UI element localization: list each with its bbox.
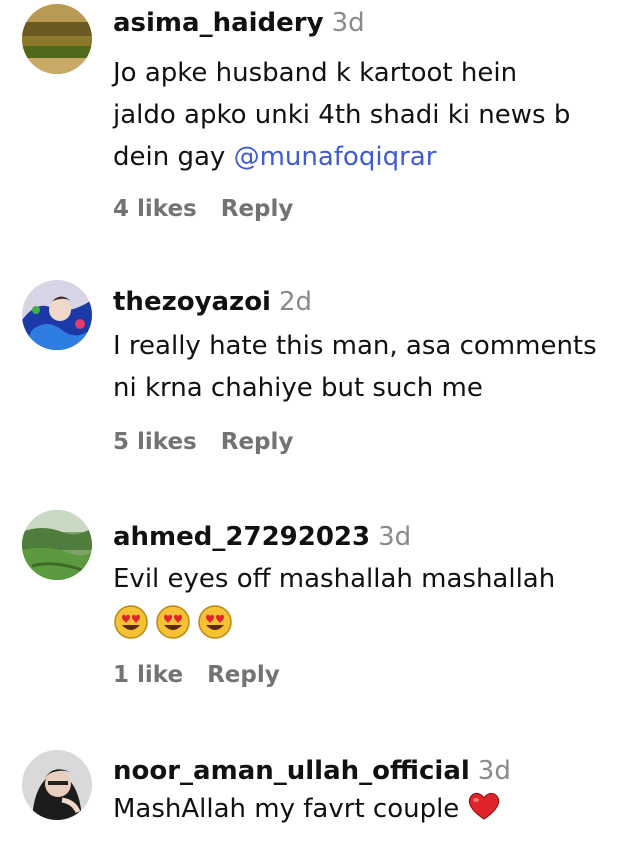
username[interactable]: ahmed_27292023 (113, 522, 370, 552)
comment-header: noor_aman_ullah_official 3d (113, 754, 511, 788)
emoji-group (113, 604, 233, 640)
emoji-line (113, 600, 633, 642)
avatar-image (22, 510, 92, 580)
comment-header: asima_haidery 3d (113, 6, 365, 40)
comment-text: Jo apke husband k kartoot hein jaldo apk… (113, 52, 633, 178)
comment-item: asima_haidery 3d Jo apke husband k kartoo… (0, 0, 640, 240)
comment-header: thezoyazoi 2d (113, 285, 312, 319)
comment-line-text: dein gay (113, 142, 234, 172)
avatar[interactable] (22, 750, 92, 820)
comment-line: dein gay @munafoqiqrar (113, 136, 633, 178)
timestamp: 3d (378, 522, 412, 552)
comment-line: Evil eyes off mashallah mashallah (113, 564, 556, 594)
comment-text: Evil eyes off mashallah mashallah (113, 558, 633, 642)
comment-actions: 1 like Reply (113, 660, 280, 690)
comment-line: I really hate this man, asa comments (113, 331, 597, 361)
heart-eyes-emoji (114, 604, 148, 639)
comment-text: MashAllah my favrt couple (113, 788, 633, 830)
avatar-image (22, 4, 92, 74)
username[interactable]: noor_aman_ullah_official (113, 756, 470, 786)
reply-button[interactable]: Reply (221, 429, 294, 455)
heart-eyes-emoji (156, 604, 190, 639)
username[interactable]: thezoyazoi (113, 287, 271, 317)
comment-actions: 4 likes Reply (113, 194, 293, 224)
avatar[interactable] (22, 510, 92, 580)
comment-item: ahmed_27292023 3d Evil eyes off mashallah… (0, 508, 640, 718)
comment-line: ni krna chahiye but such me (113, 373, 483, 403)
comment-actions: 5 likes Reply (113, 427, 293, 457)
avatar-image (22, 750, 92, 820)
avatar[interactable] (22, 280, 92, 350)
comment-header: ahmed_27292023 3d (113, 520, 411, 554)
comment-item: thezoyazoi 2d I really hate this man, asa… (0, 280, 640, 480)
likes-count[interactable]: 1 like (113, 662, 183, 688)
comment-line: MashAllah my favrt couple (113, 788, 633, 830)
comment-text: I really hate this man, asa comments ni … (113, 325, 633, 409)
mention-link[interactable]: @munafoqiqrar (234, 142, 437, 172)
comment-line-text: MashAllah my favrt couple (113, 794, 460, 824)
avatar-image (22, 280, 92, 350)
reply-button[interactable]: Reply (221, 196, 294, 222)
timestamp: 3d (331, 8, 365, 38)
timestamp: 2d (278, 287, 313, 317)
avatar[interactable] (22, 4, 92, 74)
comment-line: Jo apke husband k kartoot hein (113, 58, 518, 88)
likes-count[interactable]: 4 likes (113, 196, 197, 222)
username[interactable]: asima_haidery (113, 8, 324, 38)
reply-button[interactable]: Reply (207, 662, 280, 688)
heart-eyes-emoji (198, 604, 232, 639)
timestamp: 3d (477, 756, 511, 786)
comment-line: jaldo apko unki 4th shadi ki news b (113, 100, 571, 130)
likes-count[interactable]: 5 likes (113, 429, 197, 455)
red-heart-emoji (469, 792, 500, 820)
comment-item: noor_aman_ullah_official 3d MashAllah my … (0, 744, 640, 857)
